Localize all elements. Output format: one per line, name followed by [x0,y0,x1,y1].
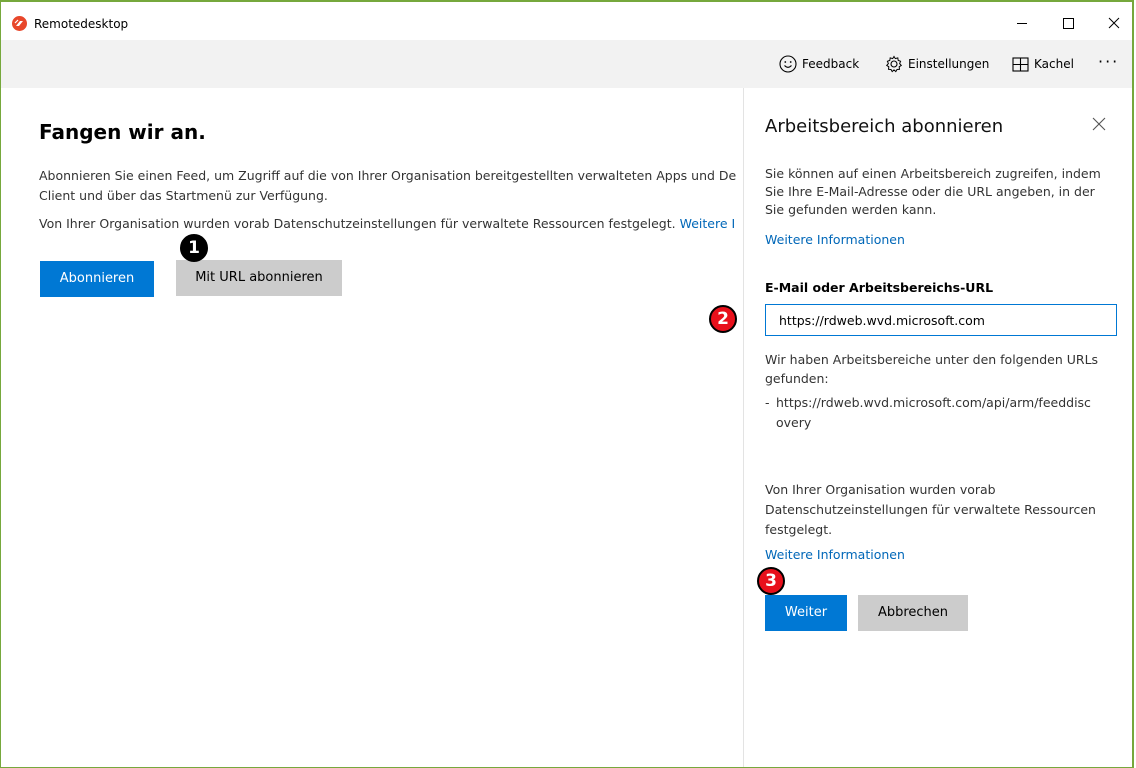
panel-close-button[interactable] [1092,116,1110,134]
panel-description: Sie können auf einen Arbeitsbereich zugr… [765,166,1101,217]
window-title: Remotedesktop [34,17,129,31]
main-privacy-text: Von Ihrer Organisation wurden vorab Date… [39,216,676,231]
next-button[interactable]: Weiter [765,595,847,631]
found-url-text: https://rdweb.wvd.microsoft.com/api/arm/… [776,395,1091,430]
feedback-button[interactable]: Feedback [779,54,859,74]
panel-privacy-notice: Von Ihrer Organisation wurden vorab Date… [765,482,1096,537]
panel-more-info-link[interactable]: Weitere Informationen [765,232,905,247]
callout-marker-3: 3 [757,567,785,595]
maximize-button[interactable] [1048,8,1088,38]
tile-label: Kachel [1034,57,1074,71]
main-more-info-link[interactable]: Weitere I [680,216,736,231]
tile-grid-icon [1012,56,1029,72]
title-bar: Remotedesktop [1,0,1132,40]
tile-view-button[interactable]: Kachel [1012,54,1074,74]
subscribe-workspace-panel: Arbeitsbereich abonnieren Sie können auf… [743,88,1132,767]
subscribe-with-url-button[interactable]: Mit URL abonnieren [176,260,342,296]
close-icon [1108,17,1120,29]
workspace-url-input[interactable] [765,304,1117,336]
panel-privacy-more-info-link[interactable]: Weitere Informationen [765,547,905,562]
page-title: Fangen wir an. [39,120,206,144]
maximize-icon [1063,18,1074,29]
main-privacy-notice: Von Ihrer Organisation wurden vorab Date… [39,216,739,231]
remote-desktop-app-icon [12,16,27,31]
gear-icon [885,55,903,73]
intro-description-line-2: Client und über das Startmenü zur Verfüg… [39,188,328,203]
cancel-button[interactable]: Abbrechen [858,595,968,631]
app-window: Remotedesktop Feedback Einstellungen Kac… [0,0,1134,768]
settings-button[interactable]: Einstellungen [885,54,989,74]
smiley-icon [779,55,797,73]
toolbar: Feedback Einstellungen Kachel ··· [1,40,1132,88]
close-icon [1092,117,1106,131]
intro-description: Abonnieren Sie einen Feed, um Zugriff au… [39,166,739,206]
settings-label: Einstellungen [908,57,990,71]
more-icon: ··· [1098,51,1120,71]
callout-marker-1: 1 [180,234,208,262]
callout-marker-2: 2 [709,305,737,333]
intro-description-line-1: Abonnieren Sie einen Feed, um Zugriff au… [39,168,737,183]
found-workspaces-text: Wir haben Arbeitsbereiche unter den folg… [765,352,1099,386]
workspace-url-label: E-Mail oder Arbeitsbereichs-URL [765,280,994,295]
feedback-label: Feedback [802,57,860,71]
minimize-icon [1017,23,1027,24]
found-url-dash: - [765,395,770,410]
close-window-button[interactable] [1094,8,1132,38]
subscribe-button[interactable]: Abonnieren [40,261,154,297]
more-options-button[interactable]: ··· [1098,51,1119,71]
minimize-button[interactable] [1001,8,1041,38]
panel-title: Arbeitsbereich abonnieren [765,116,1004,137]
